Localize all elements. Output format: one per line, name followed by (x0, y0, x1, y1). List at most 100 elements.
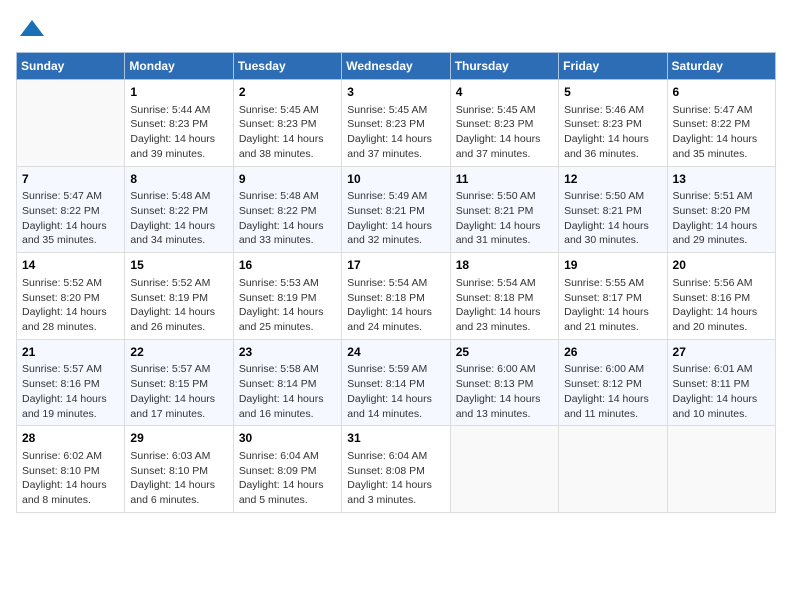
calendar-cell: 19 Sunrise: 5:55 AMSunset: 8:17 PMDayligh… (559, 253, 667, 340)
cell-content: Sunrise: 5:45 AMSunset: 8:23 PMDaylight:… (239, 103, 336, 162)
day-number: 30 (239, 430, 336, 447)
cell-content: Sunrise: 6:03 AMSunset: 8:10 PMDaylight:… (130, 449, 227, 508)
day-number: 12 (564, 171, 661, 188)
cell-content: Sunrise: 6:01 AMSunset: 8:11 PMDaylight:… (673, 362, 770, 421)
calendar-cell: 28 Sunrise: 6:02 AMSunset: 8:10 PMDayligh… (17, 426, 125, 513)
calendar-cell: 26Sunrise: 6:00 AMSunset: 8:12 PMDayligh… (559, 339, 667, 426)
calendar-cell: 15 Sunrise: 5:52 AMSunset: 8:19 PMDayligh… (125, 253, 233, 340)
calendar-cell: 6 Sunrise: 5:47 AMSunset: 8:22 PMDaylight… (667, 80, 775, 167)
calendar-cell: 25Sunrise: 6:00 AMSunset: 8:13 PMDayligh… (450, 339, 558, 426)
cell-content: Sunrise: 5:47 AMSunset: 8:22 PMDaylight:… (22, 189, 119, 248)
cell-content: Sunrise: 6:00 AMSunset: 8:12 PMDaylight:… (564, 362, 661, 421)
cell-content: Sunrise: 5:45 AMSunset: 8:23 PMDaylight:… (347, 103, 444, 162)
header-saturday: Saturday (667, 53, 775, 80)
calendar-cell: 16 Sunrise: 5:53 AMSunset: 8:19 PMDayligh… (233, 253, 341, 340)
calendar-cell: 1 Sunrise: 5:44 AMSunset: 8:23 PMDaylight… (125, 80, 233, 167)
day-number: 3 (347, 84, 444, 101)
day-number: 1 (130, 84, 227, 101)
calendar-week-2: 7Sunrise: 5:47 AMSunset: 8:22 PMDaylight… (17, 166, 776, 253)
calendar-cell: 4Sunrise: 5:45 AMSunset: 8:23 PMDaylight… (450, 80, 558, 167)
calendar-cell: 18 Sunrise: 5:54 AMSunset: 8:18 PMDayligh… (450, 253, 558, 340)
day-number: 14 (22, 257, 119, 274)
calendar-cell (17, 80, 125, 167)
day-number: 8 (130, 171, 227, 188)
header-sunday: Sunday (17, 53, 125, 80)
calendar-cell: 7Sunrise: 5:47 AMSunset: 8:22 PMDaylight… (17, 166, 125, 253)
day-number: 27 (673, 344, 770, 361)
day-number: 15 (130, 257, 227, 274)
day-number: 13 (673, 171, 770, 188)
day-number: 11 (456, 171, 553, 188)
day-number: 25 (456, 344, 553, 361)
calendar-cell: 27Sunrise: 6:01 AMSunset: 8:11 PMDayligh… (667, 339, 775, 426)
calendar-cell: 2 Sunrise: 5:45 AMSunset: 8:23 PMDaylight… (233, 80, 341, 167)
cell-content: Sunrise: 5:59 AMSunset: 8:14 PMDaylight:… (347, 362, 444, 421)
cell-content: Sunrise: 5:58 AMSunset: 8:14 PMDaylight:… (239, 362, 336, 421)
logo (16, 16, 46, 44)
day-number: 16 (239, 257, 336, 274)
calendar-week-5: 28 Sunrise: 6:02 AMSunset: 8:10 PMDayligh… (17, 426, 776, 513)
cell-content: Sunrise: 5:53 AMSunset: 8:19 PMDaylight:… (239, 276, 336, 335)
cell-content: Sunrise: 6:00 AMSunset: 8:13 PMDaylight:… (456, 362, 553, 421)
calendar-cell: 9Sunrise: 5:48 AMSunset: 8:22 PMDaylight… (233, 166, 341, 253)
cell-content: Sunrise: 5:51 AMSunset: 8:20 PMDaylight:… (673, 189, 770, 248)
cell-content: Sunrise: 6:04 AMSunset: 8:09 PMDaylight:… (239, 449, 336, 508)
cell-content: Sunrise: 5:48 AMSunset: 8:22 PMDaylight:… (130, 189, 227, 248)
calendar-cell: 17 Sunrise: 5:54 AMSunset: 8:18 PMDayligh… (342, 253, 450, 340)
cell-content: Sunrise: 5:50 AMSunset: 8:21 PMDaylight:… (456, 189, 553, 248)
cell-content: Sunrise: 5:47 AMSunset: 8:22 PMDaylight:… (673, 103, 770, 162)
logo-icon (18, 16, 46, 44)
day-number: 2 (239, 84, 336, 101)
day-number: 18 (456, 257, 553, 274)
calendar-cell: 12Sunrise: 5:50 AMSunset: 8:21 PMDayligh… (559, 166, 667, 253)
calendar-header: SundayMondayTuesdayWednesdayThursdayFrid… (17, 53, 776, 80)
header-thursday: Thursday (450, 53, 558, 80)
day-number: 4 (456, 84, 553, 101)
day-number: 22 (130, 344, 227, 361)
cell-content: Sunrise: 5:55 AMSunset: 8:17 PMDaylight:… (564, 276, 661, 335)
day-number: 17 (347, 257, 444, 274)
cell-content: Sunrise: 5:46 AMSunset: 8:23 PMDaylight:… (564, 103, 661, 162)
header-tuesday: Tuesday (233, 53, 341, 80)
calendar-cell: 5 Sunrise: 5:46 AMSunset: 8:23 PMDaylight… (559, 80, 667, 167)
cell-content: Sunrise: 5:56 AMSunset: 8:16 PMDaylight:… (673, 276, 770, 335)
day-number: 5 (564, 84, 661, 101)
day-number: 28 (22, 430, 119, 447)
day-number: 21 (22, 344, 119, 361)
header-monday: Monday (125, 53, 233, 80)
cell-content: Sunrise: 5:52 AMSunset: 8:19 PMDaylight:… (130, 276, 227, 335)
day-number: 23 (239, 344, 336, 361)
cell-content: Sunrise: 6:02 AMSunset: 8:10 PMDaylight:… (22, 449, 119, 508)
cell-content: Sunrise: 5:54 AMSunset: 8:18 PMDaylight:… (347, 276, 444, 335)
calendar-body: 1 Sunrise: 5:44 AMSunset: 8:23 PMDaylight… (17, 80, 776, 513)
calendar-table: SundayMondayTuesdayWednesdayThursdayFrid… (16, 52, 776, 513)
cell-content: Sunrise: 5:50 AMSunset: 8:21 PMDaylight:… (564, 189, 661, 248)
day-number: 6 (673, 84, 770, 101)
calendar-week-3: 14 Sunrise: 5:52 AMSunset: 8:20 PMDayligh… (17, 253, 776, 340)
calendar-cell (667, 426, 775, 513)
day-number: 9 (239, 171, 336, 188)
cell-content: Sunrise: 5:52 AMSunset: 8:20 PMDaylight:… (22, 276, 119, 335)
day-number: 20 (673, 257, 770, 274)
day-number: 10 (347, 171, 444, 188)
calendar-cell: 24Sunrise: 5:59 AMSunset: 8:14 PMDayligh… (342, 339, 450, 426)
cell-content: Sunrise: 5:44 AMSunset: 8:23 PMDaylight:… (130, 103, 227, 162)
calendar-cell: 11Sunrise: 5:50 AMSunset: 8:21 PMDayligh… (450, 166, 558, 253)
calendar-cell: 22Sunrise: 5:57 AMSunset: 8:15 PMDayligh… (125, 339, 233, 426)
day-number: 19 (564, 257, 661, 274)
calendar-cell: 13Sunrise: 5:51 AMSunset: 8:20 PMDayligh… (667, 166, 775, 253)
header-wednesday: Wednesday (342, 53, 450, 80)
header-friday: Friday (559, 53, 667, 80)
cell-content: Sunrise: 5:57 AMSunset: 8:15 PMDaylight:… (130, 362, 227, 421)
calendar-cell: 30 Sunrise: 6:04 AMSunset: 8:09 PMDayligh… (233, 426, 341, 513)
day-number: 24 (347, 344, 444, 361)
day-number: 31 (347, 430, 444, 447)
cell-content: Sunrise: 5:48 AMSunset: 8:22 PMDaylight:… (239, 189, 336, 248)
cell-content: Sunrise: 5:57 AMSunset: 8:16 PMDaylight:… (22, 362, 119, 421)
calendar-cell (559, 426, 667, 513)
cell-content: Sunrise: 5:54 AMSunset: 8:18 PMDaylight:… (456, 276, 553, 335)
calendar-cell: 20 Sunrise: 5:56 AMSunset: 8:16 PMDayligh… (667, 253, 775, 340)
page-header (16, 16, 776, 44)
header-row: SundayMondayTuesdayWednesdayThursdayFrid… (17, 53, 776, 80)
day-number: 26 (564, 344, 661, 361)
